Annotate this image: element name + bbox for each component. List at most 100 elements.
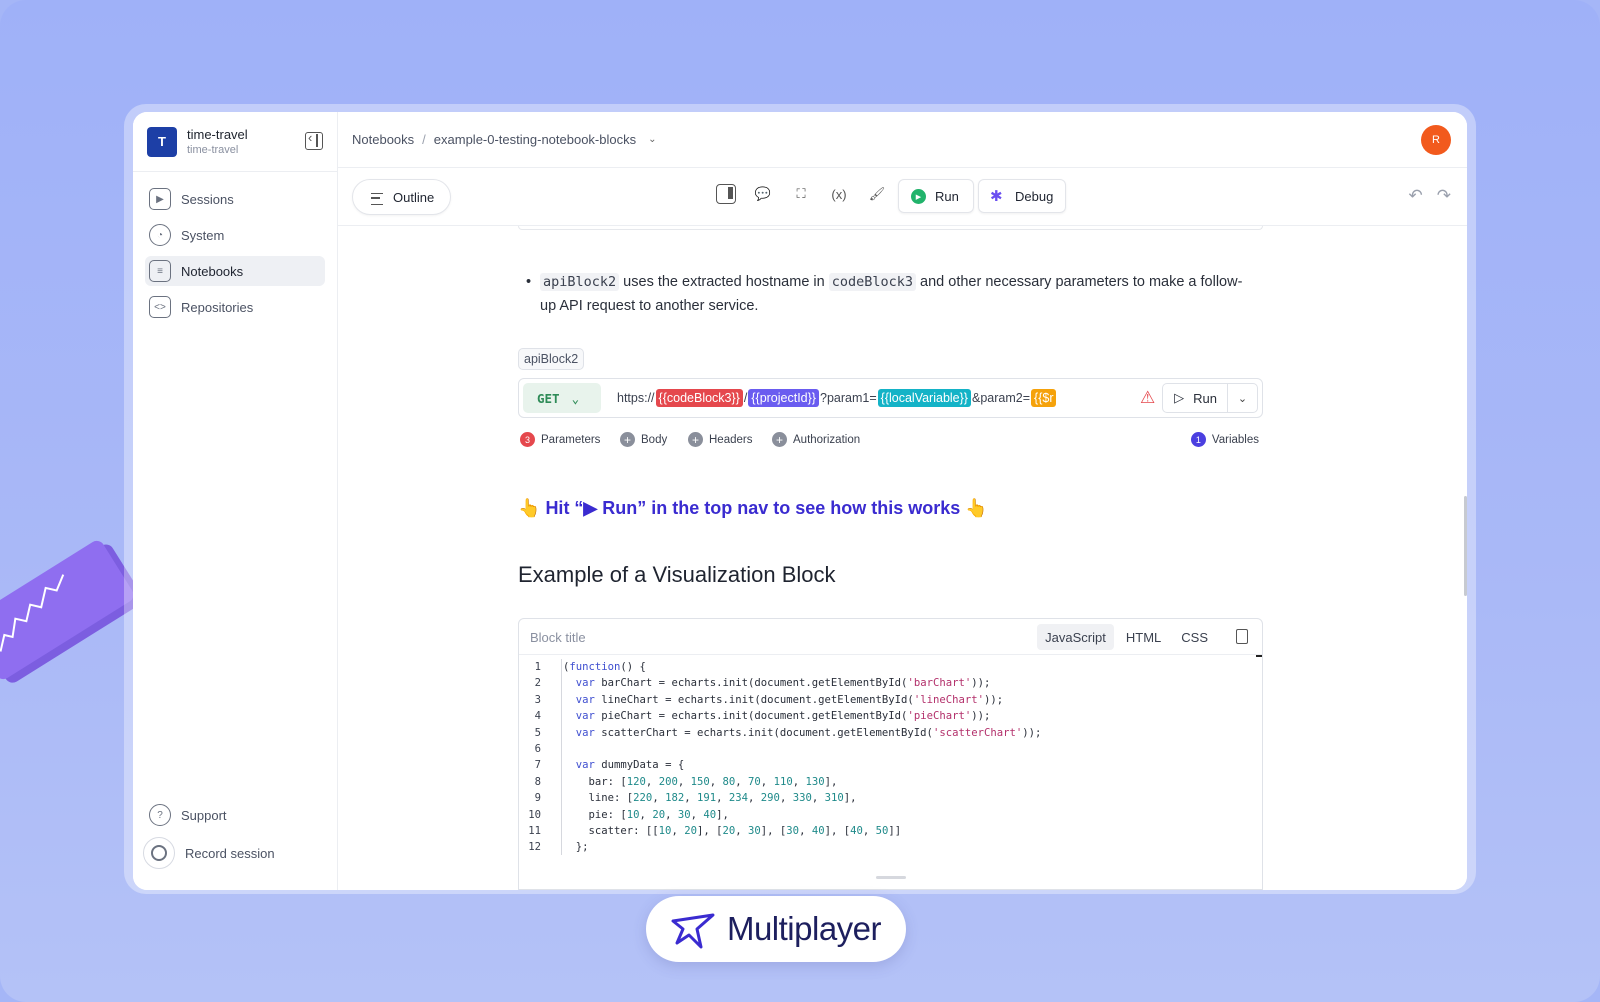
brush-icon[interactable]: 🖌: [866, 183, 888, 205]
notebook-icon: ≡: [149, 260, 171, 282]
debug-button[interactable]: Debug: [978, 179, 1067, 213]
code-text: scatter: [[10, 20], [20, 30], [30, 40], …: [563, 824, 902, 837]
tab-variables[interactable]: 1 Variables: [1190, 432, 1259, 447]
record-session-button[interactable]: Record session: [143, 837, 325, 869]
sidebar-item-repositories[interactable]: <> Repositories: [145, 292, 325, 322]
workspace-sub: time-travel: [187, 144, 239, 156]
workspace-switcher[interactable]: T time-travel time-travel: [133, 112, 337, 172]
pointing-hand-icon: 👆: [965, 498, 988, 518]
undo-redo: ↶ ↷: [1409, 186, 1452, 206]
block-name-tag[interactable]: apiBlock2: [518, 348, 585, 370]
code-text: pie: [10, 20, 30, 40],: [563, 808, 729, 821]
url-input[interactable]: https:// {{codeBlock3}} / {{projectId}} …: [617, 389, 1122, 407]
plus-icon: +: [620, 432, 635, 447]
drag-handle[interactable]: [876, 876, 906, 879]
support-link[interactable]: ? Support: [145, 800, 325, 830]
code-line: 3 var lineChart = echarts.init(document.…: [519, 692, 1262, 708]
tab-authorization[interactable]: + Authorization: [772, 432, 860, 447]
url-variable: {{localVariable}}: [877, 389, 971, 407]
help-icon: ?: [149, 804, 171, 826]
api-run-button[interactable]: Run: [1162, 383, 1228, 413]
code-text: var dummyData = {: [575, 759, 685, 772]
line-number: 2: [534, 677, 541, 690]
code-line: 9 line: [220, 182, 191, 234, 290, 330, 3…: [519, 790, 1262, 806]
sidebar-footer: ? Support Record session: [133, 796, 337, 876]
parameters-count-badge: 3: [520, 432, 535, 447]
line-number: 11: [528, 824, 541, 837]
breadcrumb-separator: /: [422, 132, 426, 147]
notebook-toolbar: Outline 💬 ⛶ (x) 🖌 Run Debug ↶ ↷: [338, 168, 1467, 226]
code-line: 10 pie: [10, 20, 30, 40],: [519, 807, 1262, 823]
tab-label: Authorization: [793, 433, 861, 446]
breadcrumb: Notebooks / example-0-testing-notebook-b…: [338, 112, 1467, 168]
breadcrumb-notebooks[interactable]: Notebooks: [352, 132, 414, 147]
sidebar-item-notebooks[interactable]: ≡ Notebooks: [145, 256, 325, 286]
fullscreen-icon[interactable]: ⛶: [790, 183, 812, 205]
line-number: 10: [528, 808, 541, 821]
code-text: var barChart = echarts.init(document.get…: [575, 677, 991, 690]
tab-html[interactable]: HTML: [1118, 624, 1169, 650]
tab-css[interactable]: CSS: [1173, 624, 1216, 650]
undo-icon[interactable]: ↶: [1409, 186, 1423, 206]
copy-icon[interactable]: [1236, 629, 1248, 644]
line-number: 3: [534, 693, 541, 706]
run-button[interactable]: Run: [898, 179, 974, 213]
section-heading: Example of a Visualization Block: [518, 562, 836, 587]
sidebar-item-system[interactable]: ◔ System: [145, 220, 325, 250]
brand-badge: Multiplayer: [646, 896, 906, 962]
workspace-name: time-travel: [187, 127, 248, 142]
redo-icon[interactable]: ↷: [1437, 186, 1451, 206]
code-text: var scatterChart = echarts.init(document…: [575, 726, 1042, 739]
method-label: GET: [537, 390, 560, 406]
line-number: 8: [534, 775, 541, 788]
plus-icon: +: [772, 432, 787, 447]
tab-label: Body: [641, 433, 668, 446]
panel-toggle-icon[interactable]: [716, 184, 736, 204]
line-number: 5: [534, 726, 541, 739]
line-number: 12: [528, 841, 541, 854]
sidebar-item-label: System: [181, 227, 225, 243]
tab-headers[interactable]: + Headers: [688, 432, 752, 447]
code-line: 1 (function() {: [519, 659, 1262, 675]
sidebar-item-label: Repositories: [181, 299, 254, 315]
code-text: line: [220, 182, 191, 234, 290, 330, 310…: [563, 792, 857, 805]
code-line: 4 var pieChart = echarts.init(document.g…: [519, 708, 1262, 724]
avatar[interactable]: R: [1421, 125, 1451, 155]
plus-icon: +: [688, 432, 703, 447]
record-icon: [143, 837, 175, 869]
tool-icons: 💬 ⛶ (x) 🖌: [716, 183, 888, 205]
comments-icon[interactable]: 💬: [752, 183, 774, 205]
line-number: 6: [534, 742, 541, 755]
outline-button[interactable]: Outline: [352, 179, 452, 215]
block-title-input[interactable]: Block title: [530, 630, 586, 645]
code-text: bar: [120, 200, 150, 80, 70, 110, 130],: [563, 775, 838, 788]
sidebar-item-sessions[interactable]: ▶ Sessions: [145, 184, 325, 214]
scrollbar[interactable]: [1463, 226, 1467, 890]
variables-icon[interactable]: (x): [828, 183, 850, 205]
chevron-down-icon[interactable]: ⌄: [648, 134, 656, 145]
tab-body[interactable]: + Body: [620, 432, 667, 447]
pointing-hand-icon: 👆: [518, 498, 541, 518]
hint-label: Hit “▶ Run” in the top nav to see how th…: [545, 498, 961, 518]
tab-parameters[interactable]: 3 Parameters: [520, 432, 600, 447]
code-block-header: Block title JavaScript HTML CSS: [519, 619, 1262, 655]
inline-code: codeBlock3: [828, 273, 917, 291]
chevron-down-icon[interactable]: ⌄: [1227, 383, 1258, 413]
url-variable: {{codeBlock3}}: [655, 389, 743, 407]
method-select[interactable]: GET ⌄: [523, 383, 601, 413]
breadcrumb-current[interactable]: example-0-testing-notebook-blocks: [434, 132, 636, 147]
variables-count-badge: 1: [1190, 432, 1206, 447]
multiplayer-logo-icon: [671, 913, 715, 949]
line-number: 4: [534, 710, 541, 723]
support-label: Support: [181, 807, 227, 823]
play-icon: ▶: [149, 188, 171, 210]
sidebar-item-label: Notebooks: [181, 263, 244, 279]
tab-javascript[interactable]: JavaScript: [1037, 624, 1114, 650]
system-icon: ◔: [149, 224, 171, 246]
code-text: (function() {: [563, 661, 646, 673]
notebook-content: apiBlock2 uses the extracted hostname in…: [518, 226, 1263, 890]
code-editor[interactable]: 1 (function() { 2 var barChart = echarts.i…: [519, 655, 1262, 856]
collapse-sidebar-icon[interactable]: [305, 130, 323, 150]
sidebar: T time-travel time-travel ▶ Sessions ◔ S…: [133, 112, 338, 890]
url-text: /: [743, 391, 748, 405]
